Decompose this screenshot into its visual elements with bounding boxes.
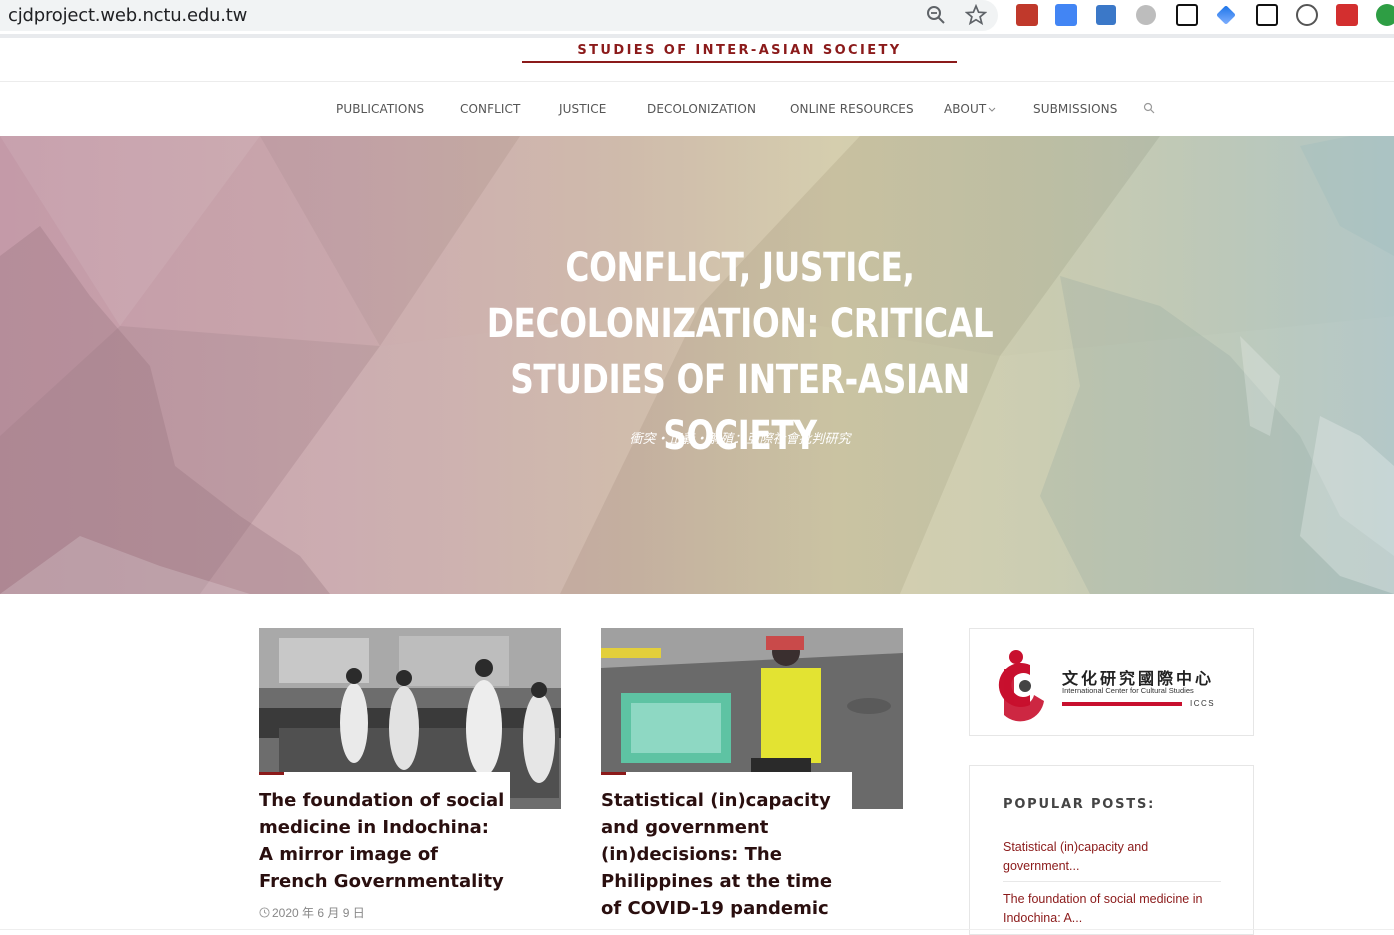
footer-divider xyxy=(0,929,1394,930)
clock-icon xyxy=(259,907,270,918)
nav-conflict[interactable]: CONFLICT xyxy=(460,102,520,116)
nav-justice[interactable]: JUSTICE xyxy=(559,102,606,116)
post-card-body: Statistical (in)capacity and government … xyxy=(601,772,852,932)
post-title[interactable]: Statistical (in)capacity and government … xyxy=(601,787,851,922)
speech-extension-icon[interactable] xyxy=(1296,4,1318,26)
google-translate-icon[interactable] xyxy=(1055,4,1077,26)
search-icon[interactable] xyxy=(1143,102,1155,114)
iccs-abbr: ICCS xyxy=(1190,699,1216,708)
popular-posts-divider xyxy=(1003,881,1221,882)
popular-post-link[interactable]: The foundation of social medicine in Ind… xyxy=(1003,890,1223,928)
chevron-down-icon xyxy=(988,107,996,112)
bookmark-star-icon[interactable] xyxy=(965,4,987,26)
browser-toolbar: cjdproject.web.nctu.edu.tw xyxy=(0,0,1394,34)
popular-post-link[interactable]: Statistical (in)capacity and government.… xyxy=(1003,838,1223,876)
address-bar[interactable]: cjdproject.web.nctu.edu.tw xyxy=(0,0,998,31)
nav-online-resources[interactable]: ONLINE RESOURCES xyxy=(790,102,914,116)
iccs-widget[interactable]: 文化研究國際中心 International Center for Cultur… xyxy=(969,628,1254,736)
toolbar-divider xyxy=(0,34,1394,38)
translate-extension-icon[interactable] xyxy=(1096,5,1116,25)
hero-banner: CONFLICT, JUSTICE, DECOLONIZATION: CRITI… xyxy=(0,136,1394,594)
post-accent-bar xyxy=(601,772,626,775)
site-title-block[interactable]: STUDIES OF INTER-ASIAN SOCIETY xyxy=(522,41,957,63)
popular-posts-title: POPULAR POSTS: xyxy=(1003,797,1156,812)
nav-about[interactable]: ABOUT xyxy=(944,102,996,116)
iccs-english-name: International Center for Cultural Studie… xyxy=(1062,686,1194,695)
nav-publications[interactable]: PUBLICATIONS xyxy=(336,102,424,116)
site-title[interactable]: STUDIES OF INTER-ASIAN SOCIETY xyxy=(577,43,901,58)
notion-icon[interactable] xyxy=(1176,4,1198,26)
post-accent-bar xyxy=(259,772,284,775)
green-extension-icon[interactable] xyxy=(1376,4,1394,26)
globe-extension-icon[interactable] xyxy=(1136,5,1156,25)
nav-decolonization[interactable]: DECOLONIZATION xyxy=(647,102,756,116)
red-extension-icon[interactable] xyxy=(1336,4,1358,26)
pdf-extension-icon[interactable] xyxy=(1016,4,1038,26)
hero-subtitle: 衝突・正義・解殖：亞際社會批判研究 xyxy=(629,431,851,446)
post-date: 2020 年 6 月 9 日 xyxy=(259,904,365,921)
post-title[interactable]: The foundation of social medicine in Ind… xyxy=(259,787,509,895)
zoom-icon[interactable] xyxy=(926,5,946,25)
send-extension-icon[interactable] xyxy=(1216,5,1236,25)
popular-posts-widget: POPULAR POSTS: Statistical (in)capacity … xyxy=(969,765,1254,935)
notion-web-clipper-icon[interactable] xyxy=(1256,4,1278,26)
nav-submissions[interactable]: SUBMISSIONS xyxy=(1033,102,1117,116)
main-nav: PUBLICATIONS CONFLICT JUSTICE DECOLONIZA… xyxy=(0,82,1394,136)
nav-about-label: ABOUT xyxy=(944,102,987,116)
post-date-text: 2020 年 6 月 9 日 xyxy=(272,906,365,920)
url-text[interactable]: cjdproject.web.nctu.edu.tw xyxy=(8,5,247,26)
